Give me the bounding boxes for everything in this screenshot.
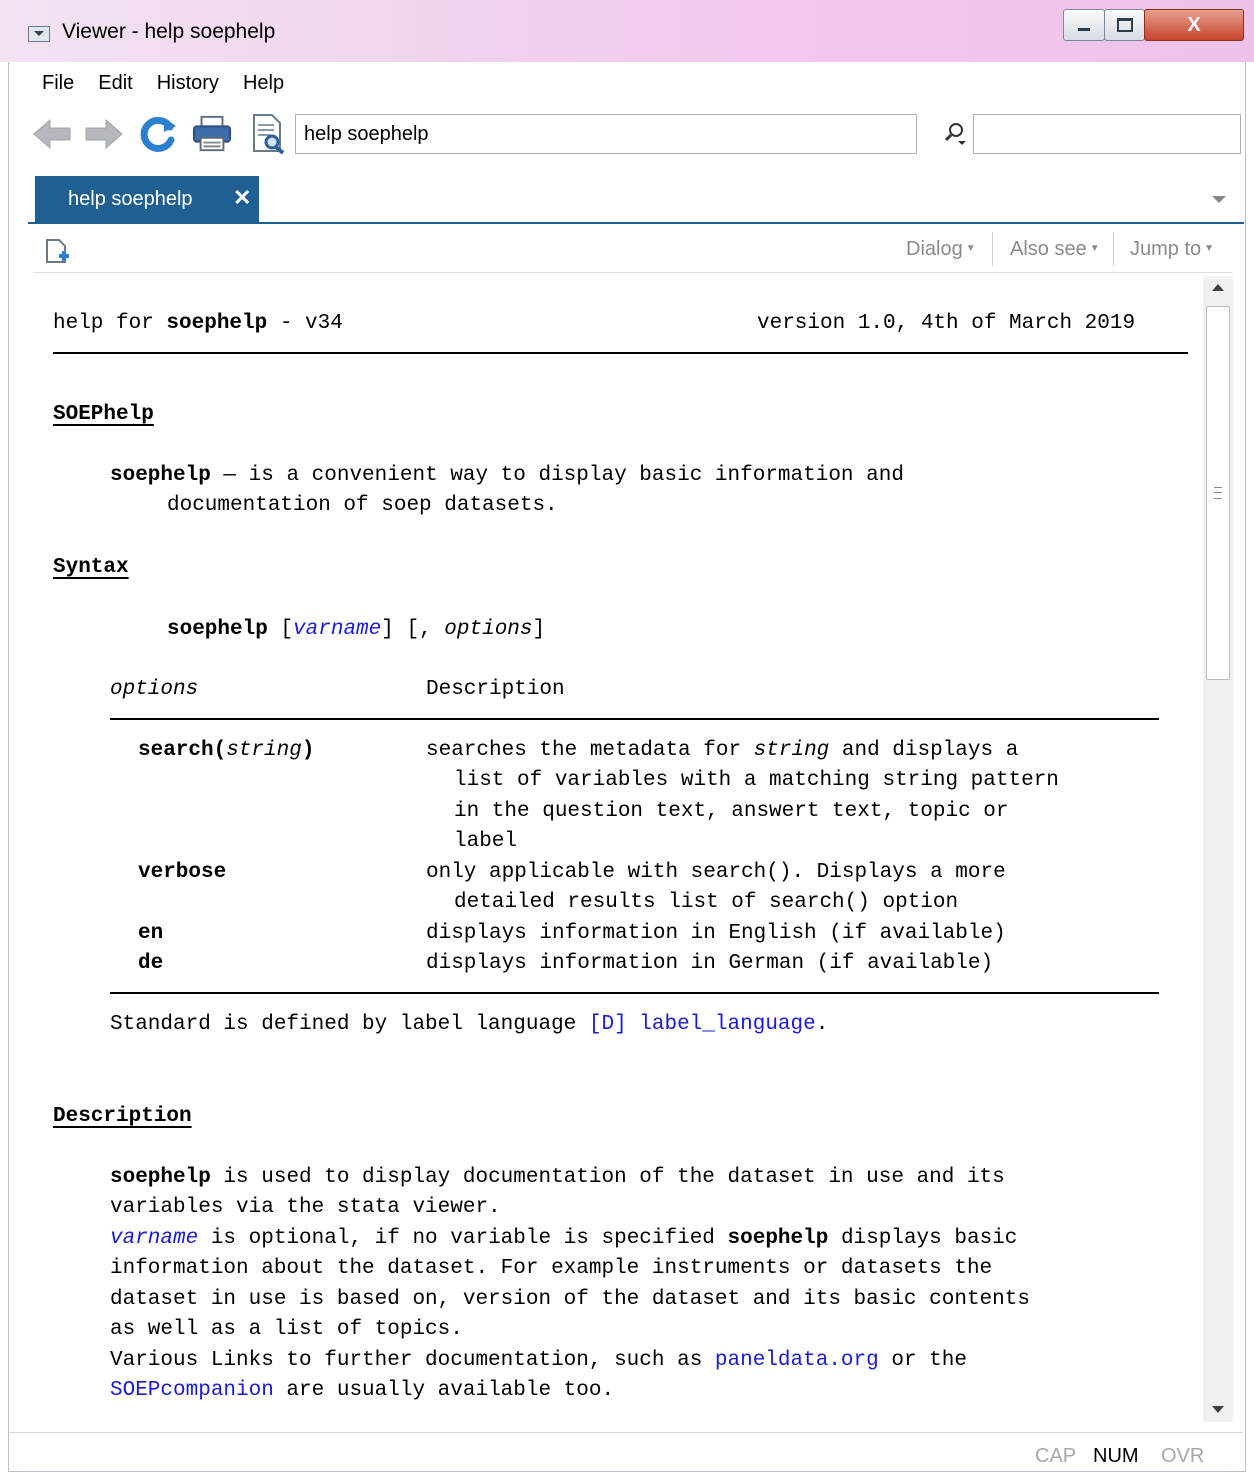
overwrite-indicator: OVR xyxy=(1161,1445,1205,1467)
chevron-down-icon: ▼ xyxy=(1089,243,1100,254)
help-content[interactable]: help for soephelp - v34 version 1.0, 4th… xyxy=(33,276,1203,1422)
close-icon: X xyxy=(1187,13,1201,36)
caps-lock-indicator: CAP xyxy=(1035,1445,1077,1467)
minimize-icon xyxy=(1078,27,1090,31)
tab-list-dropdown-icon[interactable] xyxy=(1212,196,1226,203)
standard-line: Standard is defined by label language [D… xyxy=(110,1013,829,1036)
chevron-down-icon: ▼ xyxy=(965,243,976,254)
syntax-line: soephelp [varname] [, options] xyxy=(167,618,546,641)
num-lock-indicator: NUM xyxy=(1093,1445,1139,1467)
header-rule xyxy=(53,352,1188,354)
separator xyxy=(1113,232,1114,266)
title-bar[interactable]: Viewer - help soephelp X xyxy=(0,0,1254,62)
option-search: search(string) xyxy=(138,739,315,762)
column-header-description: Description xyxy=(426,678,565,701)
description-line-1: soephelp is used to display documentatio… xyxy=(110,1166,1005,1189)
forward-arrow-icon[interactable] xyxy=(84,114,124,154)
menu-edit[interactable]: Edit xyxy=(86,68,144,98)
description-line-5: dataset in use is based on, version of t… xyxy=(110,1288,1030,1311)
description-line-8: SOEPcompanion are usually available too. xyxy=(110,1379,615,1402)
tab-close-icon[interactable]: ✕ xyxy=(233,185,251,211)
also-see-menu-button[interactable]: Also see ▼ xyxy=(1010,238,1100,261)
window-menu-icon[interactable] xyxy=(28,26,50,42)
grip-icon xyxy=(1214,487,1222,499)
new-viewer-tab-icon[interactable] xyxy=(45,238,71,266)
soepcompanion-link[interactable]: SOEPcompanion xyxy=(110,1379,274,1402)
scroll-down-icon[interactable] xyxy=(1212,1406,1224,1413)
chevron-down-icon: ▼ xyxy=(1204,243,1215,254)
column-header-options: options xyxy=(110,678,199,701)
find-input[interactable] xyxy=(973,114,1241,154)
option-verbose-desc-2: detailed results list of search() option xyxy=(454,891,959,914)
dialog-menu-button[interactable]: Dialog ▼ xyxy=(906,238,976,261)
table-bottom-rule xyxy=(110,992,1159,994)
label-language-link[interactable]: [D] label_language xyxy=(589,1013,816,1036)
option-en-desc: displays information in English (if avai… xyxy=(426,922,1006,945)
tab-help-soephelp[interactable]: help soephelp ✕ xyxy=(35,176,259,222)
scroll-up-icon[interactable] xyxy=(1212,284,1224,291)
close-window-button[interactable]: X xyxy=(1144,9,1244,41)
description-line-2: variables via the stata viewer. xyxy=(110,1196,501,1219)
option-en: en xyxy=(138,922,164,945)
dialog-label: Dialog xyxy=(906,238,963,260)
address-value: help soephelp xyxy=(304,123,429,145)
varname-link[interactable]: varname xyxy=(110,1227,198,1250)
view-source-icon[interactable] xyxy=(248,114,288,155)
description-line-7: Various Links to further documentation, … xyxy=(110,1349,967,1372)
description-line-6: as well as a list of topics. xyxy=(110,1318,463,1341)
option-search-desc-3: in the question text, answert text, topi… xyxy=(454,800,1009,823)
refresh-icon[interactable] xyxy=(138,114,178,154)
heading-description: Description xyxy=(53,1105,192,1128)
table-top-rule xyxy=(110,718,1159,720)
print-icon[interactable] xyxy=(192,114,232,154)
tab-strip: help soephelp ✕ xyxy=(28,164,1244,224)
intro-line-1: soephelp — is a convenient way to displa… xyxy=(110,464,904,487)
description-line-3: varname is optional, if no variable is s… xyxy=(110,1227,1018,1250)
menu-bar: File Edit History Help xyxy=(30,68,296,98)
maximize-button[interactable] xyxy=(1104,9,1145,41)
status-bar: CAP NUM OVR xyxy=(9,1432,1243,1471)
description-line-4: information about the dataset. For examp… xyxy=(110,1257,993,1280)
jump-to-menu-button[interactable]: Jump to ▼ xyxy=(1130,238,1214,261)
option-search-desc-4: label xyxy=(454,830,518,853)
option-search-desc-1: searches the metadata for string and dis… xyxy=(426,739,1019,762)
header-right: version 1.0, 4th of March 2019 xyxy=(757,312,1136,335)
heading-syntax: Syntax xyxy=(53,556,129,579)
menu-help[interactable]: Help xyxy=(231,68,296,98)
option-search-desc-2: list of variables with a matching string… xyxy=(454,769,1059,792)
intro-line-2: documentation of soep datasets. xyxy=(167,494,558,517)
menu-file[interactable]: File xyxy=(30,68,86,98)
back-arrow-icon[interactable] xyxy=(32,114,72,154)
vertical-scrollbar[interactable] xyxy=(1203,276,1233,1422)
jump-to-label: Jump to xyxy=(1130,238,1202,260)
window-title: Viewer - help soephelp xyxy=(62,20,276,43)
option-de: de xyxy=(138,952,164,975)
option-de-desc: displays information in German (if avail… xyxy=(426,952,994,975)
separator xyxy=(992,232,993,266)
scrollbar-thumb[interactable] xyxy=(1206,306,1230,680)
address-field[interactable]: help soephelp xyxy=(295,114,917,154)
paneldata-link[interactable]: paneldata.org xyxy=(715,1349,879,1372)
heading-soephelp: SOEPhelp xyxy=(53,403,154,426)
maximize-icon xyxy=(1116,18,1133,32)
option-verbose-desc-1: only applicable with search(). Displays … xyxy=(426,861,1006,884)
find-icon[interactable] xyxy=(942,120,968,146)
minimize-button[interactable] xyxy=(1063,9,1105,41)
viewer-window: Viewer - help soephelp X File Edit Histo… xyxy=(0,0,1254,1479)
varname-link[interactable]: varname xyxy=(293,618,381,641)
tab-label: help soephelp xyxy=(68,188,193,210)
viewer-subtoolbar: Dialog ▼ Also see ▼ Jump to ▼ xyxy=(33,228,1233,273)
also-see-label: Also see xyxy=(1010,238,1087,260)
option-verbose: verbose xyxy=(138,861,227,884)
menu-history[interactable]: History xyxy=(145,68,231,98)
header-left: help for soephelp - v34 xyxy=(53,312,343,335)
